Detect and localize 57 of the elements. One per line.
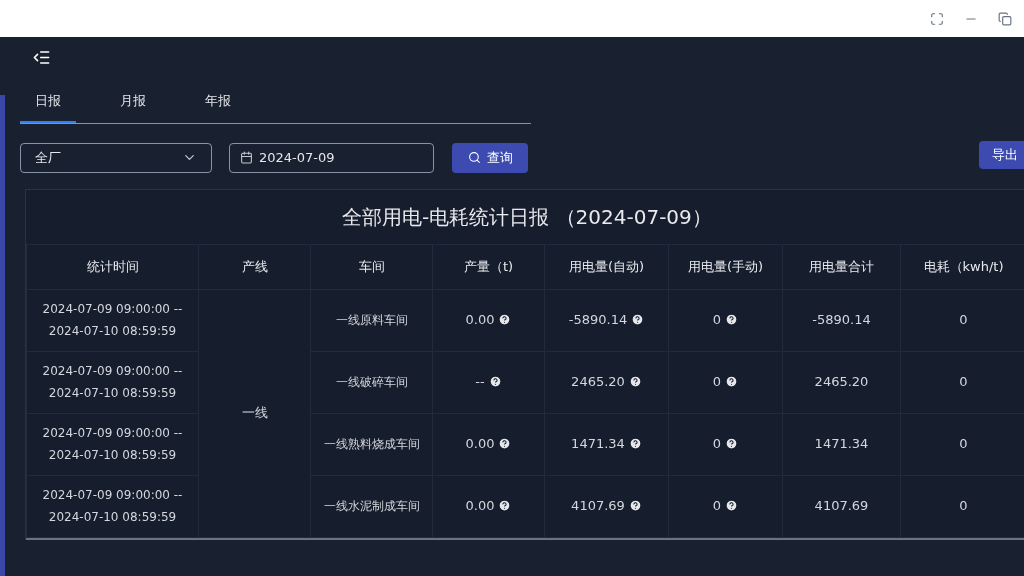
table-cell: 2465.20: [544, 351, 669, 413]
column-header: 用电量(自动): [544, 244, 669, 289]
tab[interactable]: 日报: [20, 91, 76, 123]
table-cell: 0: [668, 475, 783, 537]
export-button[interactable]: 导出: [979, 140, 1024, 169]
table-cell: 0: [668, 351, 783, 413]
help-icon[interactable]: [725, 375, 739, 389]
table-cell: 0: [668, 413, 783, 475]
table-cell: 2024-07-09 09:00:00 -- 2024-07-10 08:59:59: [26, 289, 199, 351]
table-cell: --: [432, 351, 545, 413]
help-icon[interactable]: [628, 437, 642, 451]
table-cell: -5890.14: [544, 289, 669, 351]
query-button[interactable]: 查询: [452, 142, 528, 173]
table-cell: 2024-07-09 09:00:00 -- 2024-07-10 08:59:59: [26, 475, 199, 537]
table-cell: 2024-07-09 09:00:00 -- 2024-07-10 08:59:59: [26, 351, 199, 413]
tab[interactable]: 年报: [190, 91, 246, 123]
column-header: 统计时间: [26, 244, 199, 289]
column-header: 产量（t): [432, 244, 545, 289]
fullscreen-icon[interactable]: [930, 11, 944, 26]
help-icon[interactable]: [631, 313, 645, 327]
column-header: 车间: [310, 244, 433, 289]
help-icon[interactable]: [498, 437, 512, 451]
table-cell: 0.00: [432, 289, 545, 351]
table-cell: 1471.34: [544, 413, 669, 475]
help-icon[interactable]: [725, 313, 739, 327]
table-cell: 一线破碎车间: [310, 351, 433, 413]
column-header: 用电量(手动): [668, 244, 783, 289]
help-icon[interactable]: [488, 375, 502, 389]
table-cell: 4107.69: [544, 475, 669, 537]
search-icon: [467, 151, 481, 164]
column-header: 用电量合计: [782, 244, 901, 289]
table-cell: 2024-07-09 09:00:00 -- 2024-07-10 08:59:59: [26, 413, 199, 475]
help-icon[interactable]: [628, 499, 642, 513]
table-cell: 一线原料车间: [310, 289, 433, 351]
help-icon[interactable]: [498, 313, 512, 327]
help-icon[interactable]: [725, 437, 739, 451]
table-cell: 0.00: [432, 475, 545, 537]
restore-icon[interactable]: [998, 11, 1012, 26]
table-cell: 4107.69: [782, 475, 901, 537]
column-header: 电耗（kwh/t): [900, 244, 1024, 289]
report-title: 全部用电-电耗统计日报 （2024-07-09）: [341, 203, 713, 231]
table-cell: 一线熟料烧成车间: [310, 413, 433, 475]
date-field[interactable]: 2024-07-09: [229, 142, 434, 173]
table-cell: 2465.20: [782, 351, 901, 413]
table-cell: 0: [668, 289, 783, 351]
table-cell: 0.00: [432, 413, 545, 475]
table-cell: -5890.14: [782, 289, 901, 351]
table-cell: 一线水泥制成车间: [310, 475, 433, 537]
table-cell: 一线: [198, 289, 311, 537]
column-header: 产线: [198, 244, 311, 289]
help-icon[interactable]: [628, 375, 642, 389]
calendar-icon: [240, 151, 253, 164]
table-cell: 1471.34: [782, 413, 901, 475]
help-icon[interactable]: [725, 499, 739, 513]
scope-select[interactable]: 全厂: [20, 142, 212, 173]
tab[interactable]: 月报: [105, 91, 161, 123]
help-icon[interactable]: [498, 499, 512, 513]
